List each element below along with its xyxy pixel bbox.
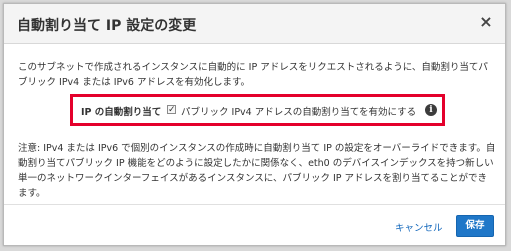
info-icon[interactable]: i: [425, 104, 437, 116]
dialog-header: 自動割り当て IP 設定の変更 ×: [4, 4, 505, 44]
close-icon[interactable]: ×: [477, 13, 495, 31]
footer-divider: [4, 204, 505, 205]
save-button[interactable]: 保存: [456, 215, 494, 237]
modify-auto-assign-ip-dialog: 自動割り当て IP 設定の変更 × このサブネットで作成されるインスタンスに自動…: [3, 3, 506, 246]
auto-assign-ip-setting-highlight: IP の自動割り当て ✓ パブリック IPv4 アドレスの自動割り当てを有効にす…: [70, 94, 445, 126]
enable-auto-assign-ipv4-label[interactable]: パブリック IPv4 アドレスの自動割り当てを有効にする: [181, 104, 416, 118]
dialog-description: このサブネットで作成されるインスタンスに自動的に IP アドレスをリクエストされ…: [18, 62, 488, 88]
dialog-title: 自動割り当て IP 設定の変更: [17, 18, 197, 34]
auto-assign-ip-label: IP の自動割り当て: [81, 107, 162, 118]
cancel-button[interactable]: キャンセル: [395, 220, 443, 234]
dialog-note: 注意: IPv4 または IPv6 で個別のインスタンスの作成時に自動割り当て …: [18, 143, 496, 199]
enable-auto-assign-ipv4-checkbox[interactable]: ✓: [167, 105, 176, 115]
